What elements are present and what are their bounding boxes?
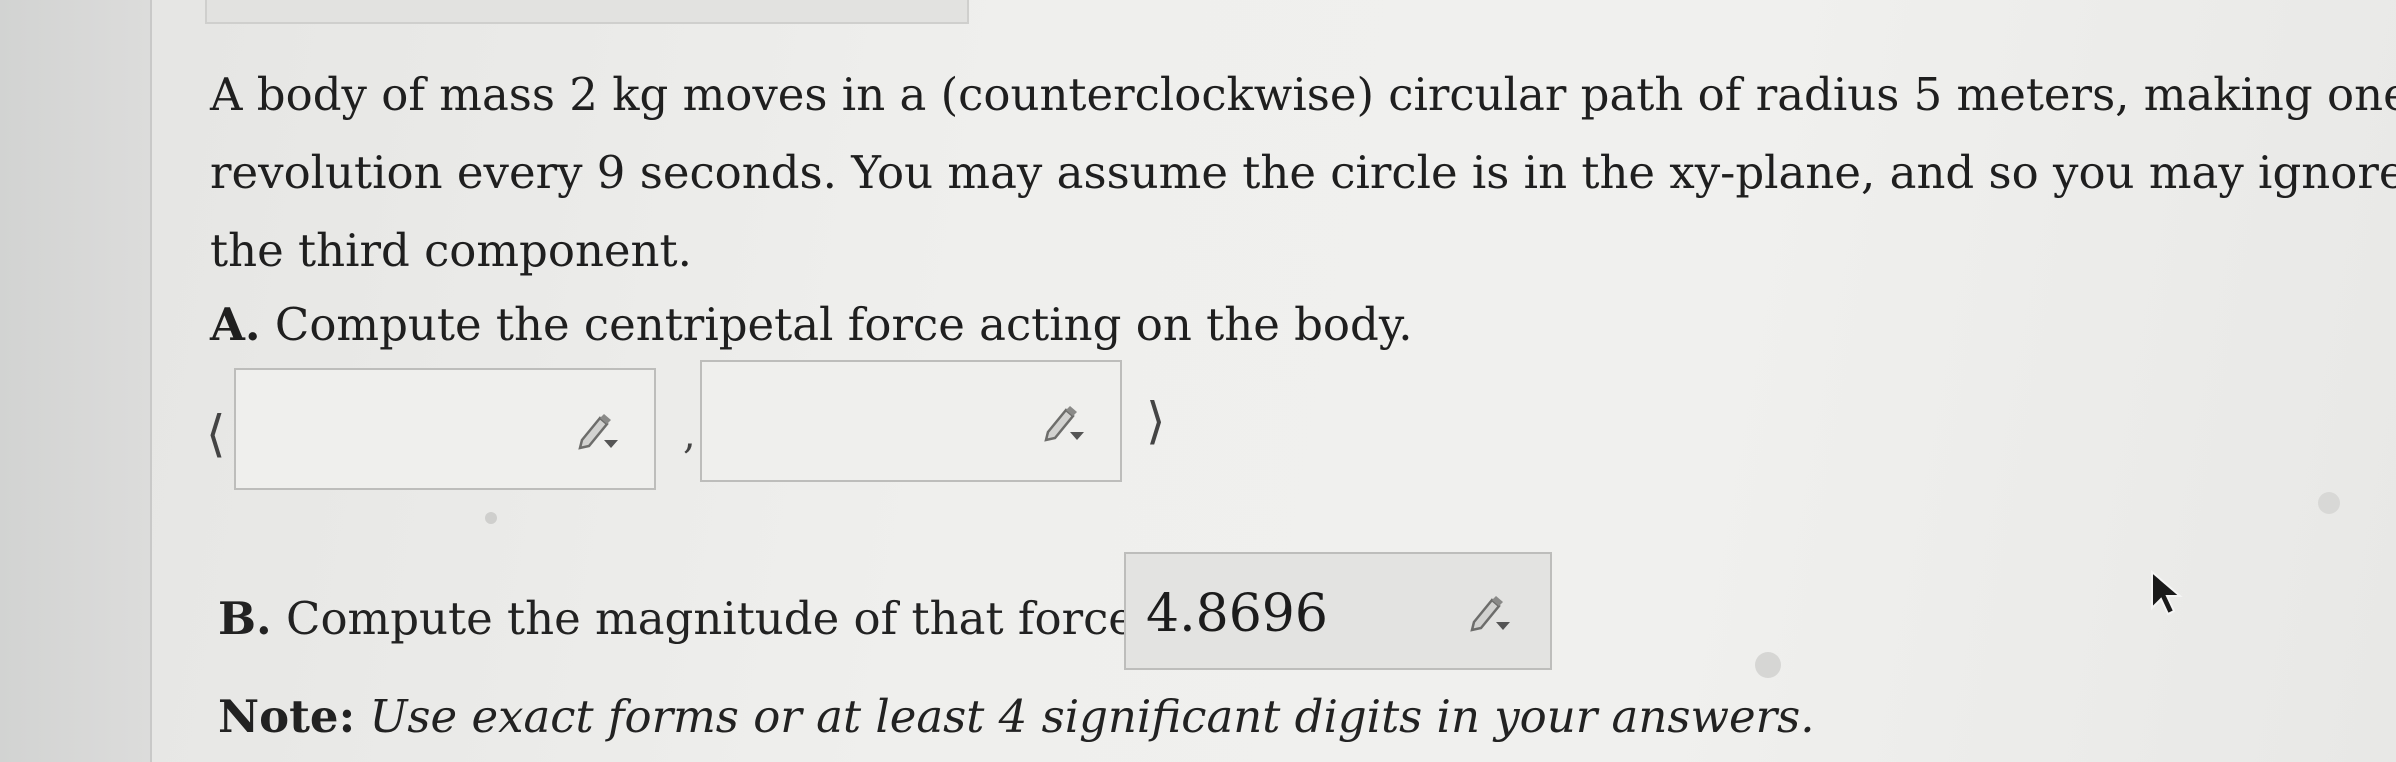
note-text: Use exact forms or at least 4 significan… (369, 690, 1815, 743)
answer-input-b-value: 4.8696 (1146, 584, 1328, 644)
answer-input-a-x[interactable] (234, 368, 656, 490)
part-b-question: B. Compute the magnitude of that force. (218, 592, 1149, 645)
note-line: Note: Use exact forms or at least 4 sign… (218, 690, 1815, 743)
part-a-label: A. (210, 298, 261, 351)
part-b-text: Compute the magnitude of that force. (286, 592, 1150, 645)
answer-input-b-magnitude[interactable]: 4.8696 (1124, 552, 1552, 670)
vector-separator: , (683, 412, 696, 458)
left-panel-edge (0, 0, 152, 762)
vector-open-bracket: ⟨ (206, 405, 226, 463)
screen-background: A body of mass 2 kg moves in a (counterc… (0, 0, 2396, 762)
part-a-text: Compute the centripetal force acting on … (274, 298, 1413, 351)
problem-line-1: A body of mass 2 kg moves in a (counterc… (210, 68, 2396, 121)
problem-line-2: revolution every 9 seconds. You may assu… (210, 146, 2396, 199)
part-b-label: B. (218, 592, 272, 645)
dust-speck (1755, 652, 1781, 678)
problem-line-3: the third component. (210, 224, 692, 277)
note-label: Note: (218, 690, 356, 743)
dust-speck (2318, 492, 2340, 514)
pencil-dropdown-icon[interactable] (1466, 592, 1512, 632)
top-element-edge (205, 0, 969, 24)
dust-speck (485, 512, 497, 524)
vector-close-bracket: ⟩ (1146, 392, 1166, 450)
mouse-pointer-icon (2151, 569, 2183, 616)
pencil-dropdown-icon[interactable] (1040, 402, 1086, 442)
answer-input-a-y[interactable] (700, 360, 1122, 482)
part-a-question: A. Compute the centripetal force acting … (210, 302, 1413, 347)
pencil-dropdown-icon[interactable] (574, 410, 620, 450)
